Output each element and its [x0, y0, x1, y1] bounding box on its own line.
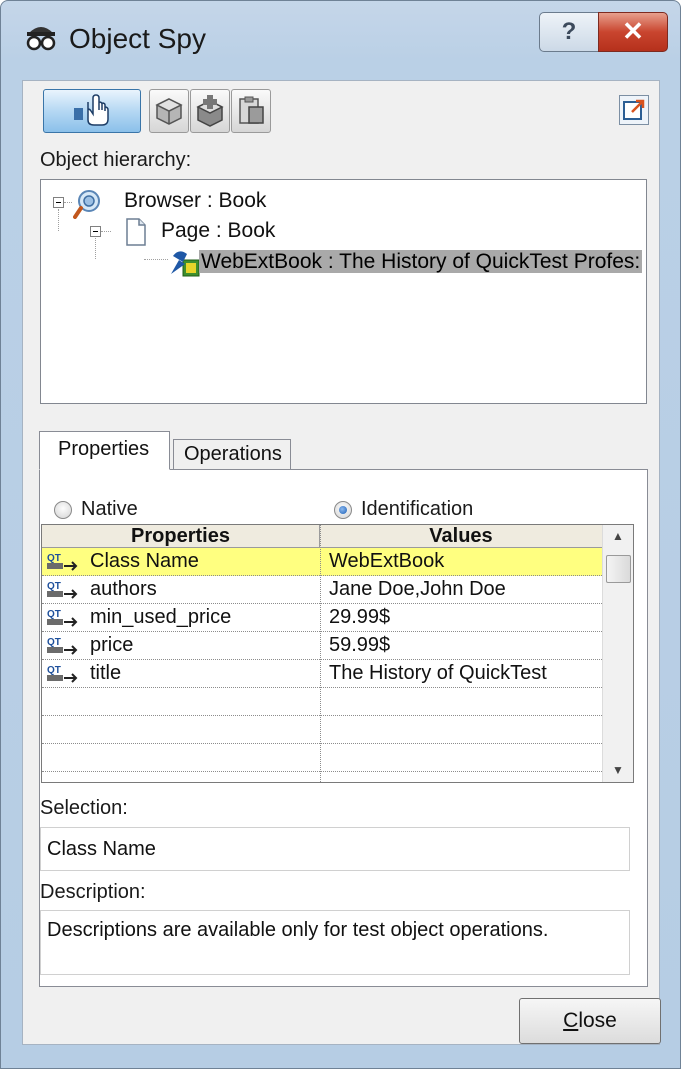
description-field[interactable]: Descriptions are available only for test… — [40, 910, 630, 975]
browser-icon — [73, 190, 100, 219]
identification-radio[interactable] — [334, 501, 352, 519]
table-row[interactable]: QT price 59.99$ — [42, 632, 602, 660]
add-object-button[interactable] — [190, 89, 230, 133]
native-label[interactable]: Native — [81, 498, 138, 521]
qt-property-icon: QT — [47, 581, 78, 599]
svg-text:QT: QT — [47, 609, 61, 620]
property-name-cell: Class Name — [90, 550, 199, 572]
tab-properties[interactable]: Properties — [39, 431, 170, 470]
scroll-down-arrow-icon[interactable]: ▼ — [603, 759, 633, 781]
close-mnemonic: C — [563, 1009, 579, 1032]
close-label: lose — [578, 1009, 617, 1032]
hand-pointer-icon — [74, 94, 109, 126]
dialog-client-area: Object hierarchy: Browser : Book Page : … — [22, 80, 661, 1045]
empty-table-row[interactable] — [42, 744, 602, 772]
tab-operations-label: Operations — [184, 443, 282, 465]
window-close-button[interactable]: ✕ — [598, 12, 668, 52]
table-row[interactable]: QT authors Jane Doe,John Doe — [42, 576, 602, 604]
collapse-page-toggle[interactable] — [90, 226, 101, 237]
page-icon — [126, 218, 146, 246]
object-spy-window: Object Spy ? ✕ Object hierarchy: Browser… — [0, 0, 681, 1069]
property-name-cell: price — [90, 634, 134, 656]
tree-connector — [58, 209, 59, 231]
table-row[interactable]: QT title The History of QuickTest — [42, 660, 602, 688]
property-value-cell: 29.99$ — [329, 606, 391, 628]
cube-icon — [155, 98, 183, 125]
tree-connector — [144, 259, 168, 260]
pointing-hand-button[interactable] — [43, 89, 141, 133]
tree-connector — [64, 202, 72, 203]
scroll-up-arrow-icon[interactable]: ▲ — [603, 525, 633, 547]
property-value-cell: Jane Doe,John Doe — [329, 578, 506, 600]
tree-node-browser[interactable]: Browser : Book — [124, 189, 266, 213]
column-divider — [320, 525, 321, 782]
description-label: Description: — [40, 881, 146, 903]
qt-property-icon: QT — [47, 609, 78, 627]
identification-label[interactable]: Identification — [361, 498, 473, 521]
title-bar: Object Spy ? ✕ — [1, 1, 680, 81]
close-button[interactable]: Close — [519, 998, 661, 1044]
property-value-cell: The History of QuickTest — [329, 662, 547, 684]
property-name-cell: authors — [90, 578, 157, 600]
svg-text:QT: QT — [47, 637, 61, 648]
property-name-cell: title — [90, 662, 122, 684]
tab-properties-label: Properties — [58, 438, 150, 460]
svg-text:QT: QT — [47, 665, 61, 676]
web-ext-book-icon — [171, 251, 200, 277]
selection-field[interactable]: Class Name — [40, 827, 630, 871]
empty-table-row[interactable] — [42, 716, 602, 744]
native-radio[interactable] — [54, 501, 72, 519]
selected-node-label: WebExtBook : The History of QuickTest Pr… — [199, 250, 643, 273]
svg-text:QT: QT — [47, 581, 61, 592]
selection-label: Selection: — [40, 797, 128, 819]
window-title: Object Spy — [69, 23, 206, 54]
tab-operations[interactable]: Operations — [173, 439, 291, 470]
close-icon: ✕ — [622, 16, 644, 46]
values-column-header[interactable]: Values — [320, 525, 602, 548]
export-button[interactable] — [619, 95, 649, 125]
table-row[interactable]: QT min_used_price 29.99$ — [42, 604, 602, 632]
selection-value: Class Name — [47, 838, 156, 860]
property-value-cell: 59.99$ — [329, 634, 391, 656]
help-button[interactable]: ? — [539, 12, 599, 52]
properties-grid[interactable]: Properties Values QT Class Name WebExtBook… — [41, 524, 634, 783]
add-object-icon — [196, 95, 224, 127]
spy-icon — [26, 27, 56, 51]
qt-property-icon: QT — [47, 665, 78, 683]
qt-property-icon: QT — [47, 553, 78, 571]
svg-text:QT: QT — [47, 553, 61, 564]
table-row[interactable]: QT Class Name WebExtBook — [42, 548, 602, 576]
collapse-browser-toggle[interactable] — [53, 197, 64, 208]
grid-vertical-scrollbar[interactable]: ▲ ▼ — [602, 525, 633, 782]
object-hierarchy-label: Object hierarchy: — [40, 149, 192, 171]
copy-object-button[interactable] — [231, 89, 271, 133]
properties-column-header[interactable]: Properties — [42, 525, 320, 548]
object-hierarchy-tree[interactable]: Browser : Book Page : Book WebExtBook : … — [40, 179, 647, 404]
export-icon — [623, 99, 645, 120]
tree-connector — [95, 238, 96, 259]
property-name-cell: min_used_price — [90, 606, 232, 628]
tree-connector — [101, 231, 111, 232]
description-value: Descriptions are available only for test… — [47, 919, 549, 941]
copy-object-icon — [239, 96, 264, 124]
scroll-thumb[interactable] — [606, 555, 631, 583]
tree-node-webextbook[interactable]: WebExtBook : The History of QuickTest Pr… — [199, 250, 643, 274]
qt-property-icon: QT — [47, 637, 78, 655]
tree-node-page[interactable]: Page : Book — [161, 219, 275, 243]
property-value-cell: WebExtBook — [329, 550, 445, 572]
help-label: ? — [561, 18, 577, 45]
object-button[interactable] — [149, 89, 189, 133]
empty-table-row[interactable] — [42, 688, 602, 716]
